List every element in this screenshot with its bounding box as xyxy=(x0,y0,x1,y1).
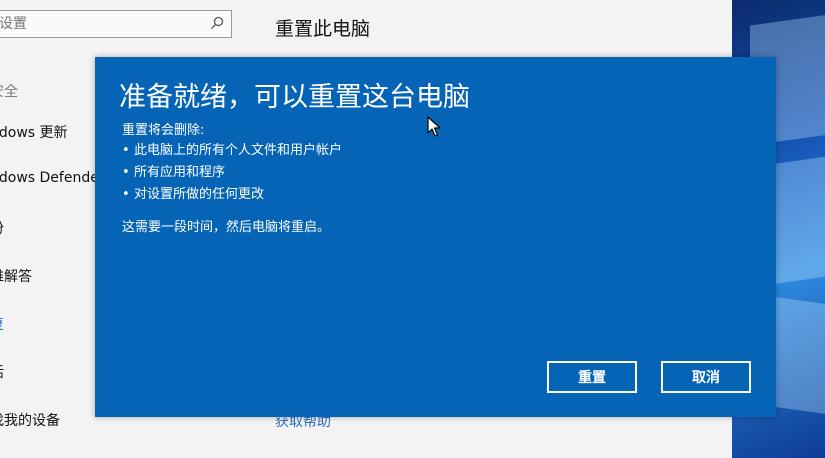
search-input[interactable] xyxy=(0,15,199,33)
dialog-title: 准备就绪，可以重置这台电脑 xyxy=(119,82,470,113)
list-item: • 所有应用和程序 xyxy=(122,165,226,180)
search-icon[interactable] xyxy=(209,15,225,31)
nav-item-backup[interactable]: 份 xyxy=(0,218,4,238)
nav-item-activation[interactable]: 活 xyxy=(0,362,4,382)
dialog-note: 这需要一段时间，然后电脑将重启。 xyxy=(122,220,331,235)
nav-item-windows-defender[interactable]: ndows Defende xyxy=(0,170,99,186)
search-box[interactable] xyxy=(0,10,232,38)
list-item: • 此电脑上的所有个人文件和用户帐户 xyxy=(122,143,343,158)
page-title: 重置此电脑 xyxy=(275,18,371,40)
nav-item-windows-update[interactable]: ndows 更新 xyxy=(0,122,68,142)
dialog-subtitle: 重置将会删除: xyxy=(122,123,205,138)
removal-list: • 此电脑上的所有个人文件和用户帐户 • 所有应用和程序 • 对设置所做的任何更改 xyxy=(122,140,342,206)
nav-item-troubleshoot[interactable]: 难解答 xyxy=(0,266,32,286)
nav-item-security[interactable]: 安全 xyxy=(0,81,18,101)
reset-pc-dialog: 准备就绪，可以重置这台电脑 重置将会删除: • 此电脑上的所有个人文件和用户帐户 … xyxy=(95,57,776,417)
reset-button[interactable]: 重置 xyxy=(547,361,637,393)
cancel-button[interactable]: 取消 xyxy=(661,361,751,393)
list-item: • 对设置所做的任何更改 xyxy=(122,187,265,202)
nav-item-recovery[interactable]: 复 xyxy=(0,314,4,334)
mouse-cursor-icon xyxy=(427,116,441,137)
nav-item-find-my-device[interactable]: 找我的设备 xyxy=(0,410,60,430)
